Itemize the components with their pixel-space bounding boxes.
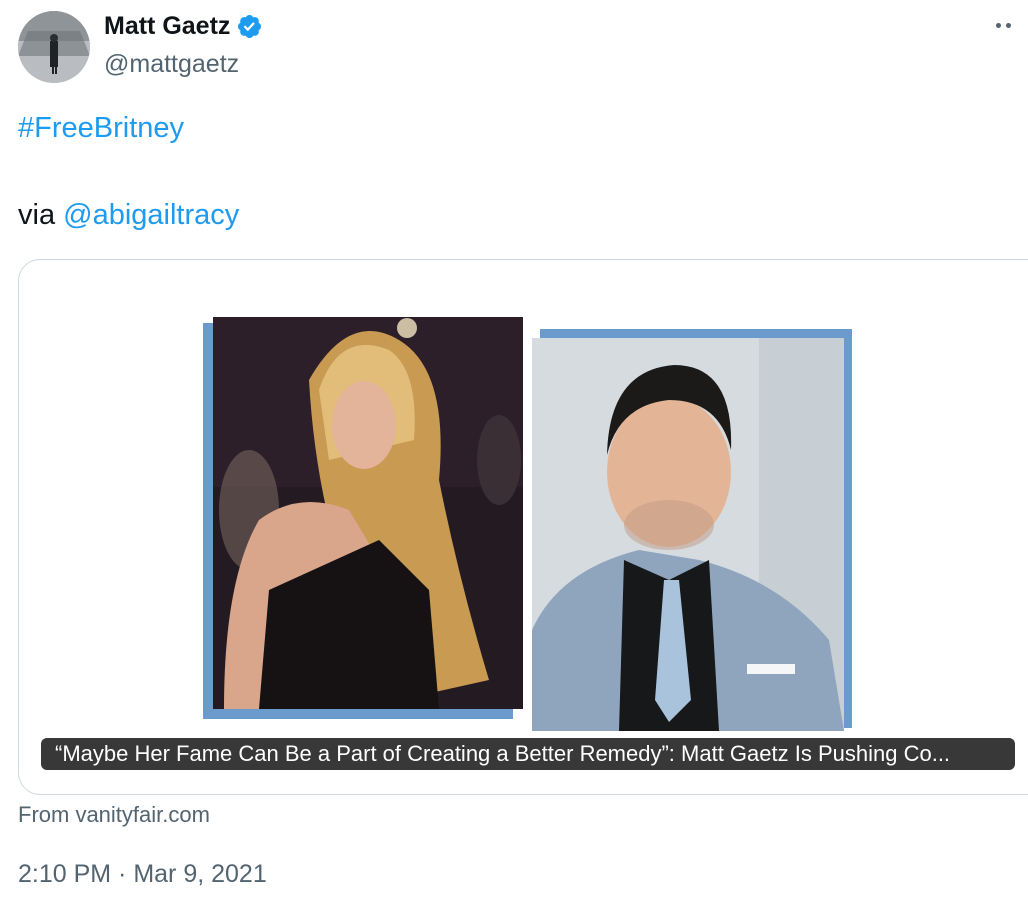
card-source[interactable]: From vanityfair.com xyxy=(18,802,210,828)
more-dot xyxy=(996,23,1001,28)
hashtag-link[interactable]: #FreeBritney xyxy=(18,112,184,145)
author-name-row[interactable]: Matt Gaetz xyxy=(104,12,263,41)
via-line: via @abigailtracy xyxy=(18,199,239,232)
avatar-photo xyxy=(18,11,90,83)
card-image xyxy=(203,317,852,731)
author-handle[interactable]: @mattgaetz xyxy=(104,50,239,79)
verified-badge-icon xyxy=(238,14,262,39)
card-caption[interactable]: “Maybe Her Fame Can Be a Part of Creatin… xyxy=(41,738,1015,770)
via-prefix: via xyxy=(18,199,64,231)
tweet-timestamp[interactable]: 2:10 PM · Mar 9, 2021 xyxy=(18,860,267,889)
more-dot xyxy=(1006,23,1011,28)
avatar[interactable] xyxy=(18,11,90,83)
link-card[interactable]: “Maybe Her Fame Can Be a Part of Creatin… xyxy=(18,259,1028,795)
author-name[interactable]: Matt Gaetz xyxy=(104,12,230,41)
more-options-icon[interactable] xyxy=(994,18,1018,32)
mention-link[interactable]: @abigailtracy xyxy=(63,199,239,231)
